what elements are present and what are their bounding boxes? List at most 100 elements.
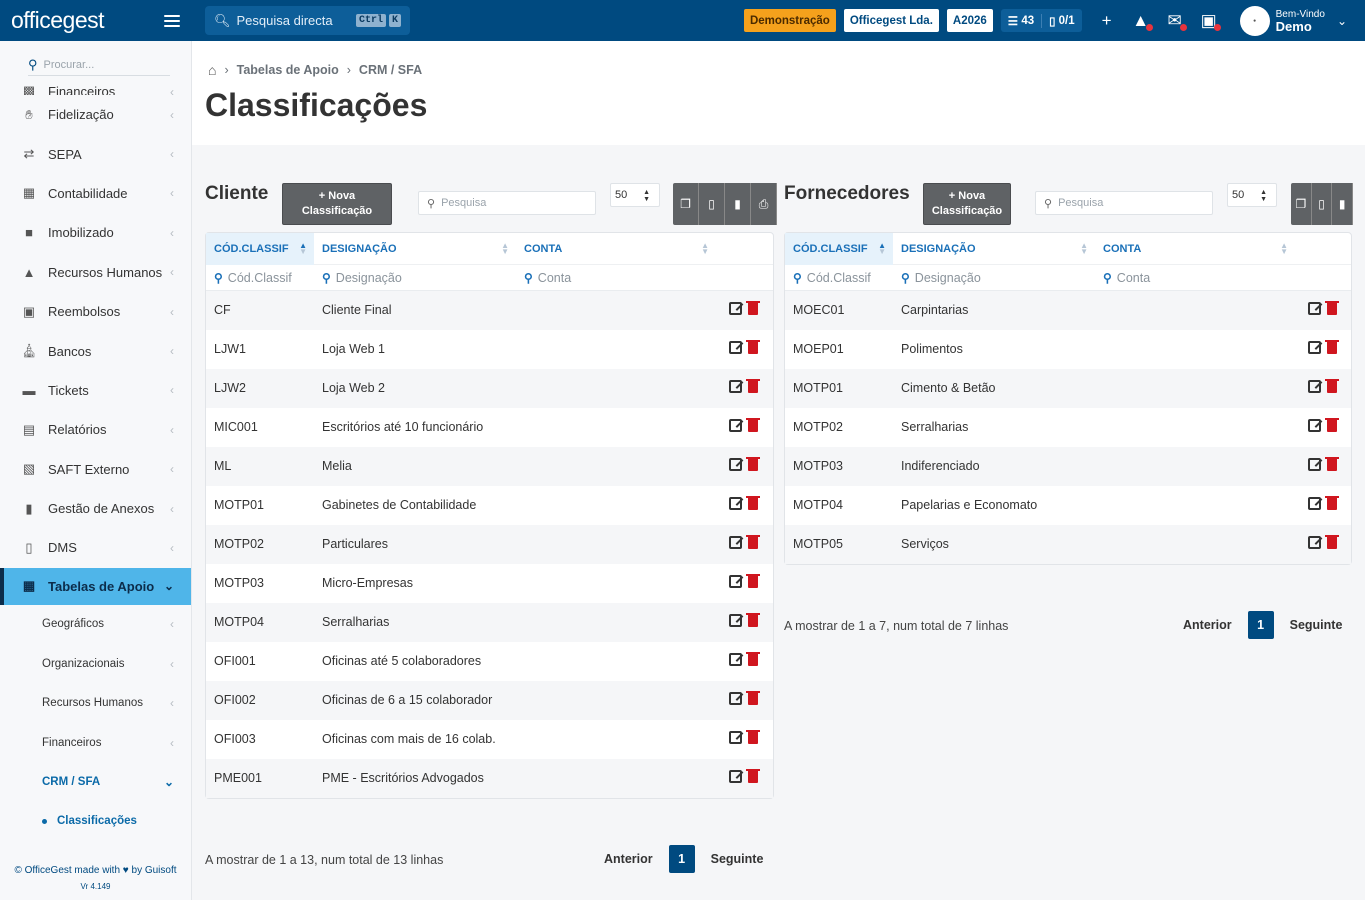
edit-icon[interactable] [729, 341, 742, 354]
sidebar-item-financeiros[interactable]: ▩ Financeiros ‹ [0, 75, 191, 95]
pdf-icon[interactable]: ▮ [725, 183, 751, 225]
fornecedores-page-size-select[interactable]: 50 ▲ ▼ [1227, 183, 1277, 207]
edit-icon[interactable] [1308, 419, 1321, 432]
delete-icon[interactable] [746, 301, 760, 315]
sidebar-item-gestao-anexos[interactable]: ▮ Gestão de Anexos ‹ [0, 489, 191, 528]
sidebar-item-contabilidade[interactable]: ▦ Contabilidade ‹ [0, 174, 191, 213]
delete-icon[interactable] [746, 535, 760, 549]
logo[interactable]: officegest [11, 7, 105, 34]
mail-icon[interactable]: ✉ [1166, 11, 1187, 31]
edit-icon[interactable] [729, 614, 742, 627]
delete-icon[interactable] [1325, 340, 1339, 354]
sidebar-item-recursos-humanos[interactable]: ▲ Recursos Humanos ‹ [0, 253, 191, 292]
add-icon[interactable]: + [1098, 11, 1116, 31]
counters[interactable]: ☰ 43 ▯ 0/1 [1000, 9, 1082, 32]
excel-icon[interactable]: ▯ [1311, 183, 1333, 225]
next-button[interactable]: Seguinte [711, 852, 764, 866]
sidebar-item-tickets[interactable]: ▬ Tickets ‹ [0, 371, 191, 410]
delete-icon[interactable] [1325, 418, 1339, 432]
delete-icon[interactable] [746, 496, 760, 510]
col-designacao[interactable]: DESIGNAÇÃO ▲ ▼ [314, 233, 516, 265]
col-conta[interactable]: CONTA ▲ ▼ [1095, 233, 1295, 265]
edit-icon[interactable] [729, 302, 742, 315]
delete-icon[interactable] [746, 418, 760, 432]
prev-button[interactable]: Anterior [604, 852, 653, 866]
sidebar-item-sepa[interactable]: ⇄ SEPA ‹ [0, 134, 191, 173]
breadcrumb-tabelas-apoio[interactable]: Tabelas de Apoio [237, 63, 339, 77]
edit-icon[interactable] [1308, 302, 1321, 315]
sidebar-search[interactable]: ⚲ Procurar... [28, 54, 170, 76]
fornecedores-new-button[interactable]: + Nova Classificação [923, 183, 1011, 225]
edit-icon[interactable] [729, 731, 742, 744]
print-icon[interactable]: ⎙ [751, 183, 777, 225]
sidebar-item-imobilizado[interactable]: ■ Imobilizado ‹ [0, 213, 191, 252]
delete-icon[interactable] [746, 613, 760, 627]
delete-icon[interactable] [746, 652, 760, 666]
sidebar-sub-geograficos[interactable]: Geográficos ‹ [0, 605, 191, 644]
cliente-new-button[interactable]: + Nova Classificação [282, 183, 392, 225]
edit-icon[interactable] [1308, 341, 1321, 354]
sidebar-item-dms[interactable]: ▯ DMS ‹ [0, 528, 191, 567]
cliente-page-size-select[interactable]: 50 ▲ ▼ [610, 183, 660, 207]
delete-icon[interactable] [746, 574, 760, 588]
edit-icon[interactable] [729, 497, 742, 510]
filter-designacao[interactable]: ⚲ Designação [901, 271, 981, 285]
delete-icon[interactable] [746, 379, 760, 393]
prev-button[interactable]: Anterior [1183, 618, 1232, 632]
menu-toggle-icon[interactable] [164, 14, 180, 27]
sidebar-item-relatorios[interactable]: ▤ Relatórios ‹ [0, 410, 191, 449]
delete-icon[interactable] [1325, 496, 1339, 510]
sidebar-sub-crm-sfa[interactable]: CRM / SFA ⌄ [0, 762, 191, 801]
filter-conta[interactable]: ⚲ Conta [524, 271, 571, 285]
next-button[interactable]: Seguinte [1290, 618, 1343, 632]
delete-icon[interactable] [746, 691, 760, 705]
sidebar-sub-organizacionais[interactable]: Organizacionais ‹ [0, 644, 191, 683]
year-badge[interactable]: A2026 [946, 9, 993, 32]
page-1-button[interactable]: 1 [1247, 611, 1274, 639]
sidebar-sub-financeiros[interactable]: Financeiros ‹ [0, 723, 191, 762]
edit-icon[interactable] [1308, 536, 1321, 549]
filter-cod-classif[interactable]: ⚲ Cód.Classif [214, 271, 292, 285]
delete-icon[interactable] [746, 730, 760, 744]
home-icon[interactable]: ⌂ [208, 62, 216, 78]
sidebar-sub-recursos-humanos[interactable]: Recursos Humanos ‹ [0, 683, 191, 722]
delete-icon[interactable] [1325, 535, 1339, 549]
delete-icon[interactable] [746, 340, 760, 354]
filter-cod-classif[interactable]: ⚲ Cód.Classif [793, 271, 871, 285]
edit-icon[interactable] [1308, 497, 1321, 510]
col-conta[interactable]: CONTA ▲ ▼ [516, 233, 716, 265]
sidebar-item-bancos[interactable]: ⛪︎ Bancos ‹ [0, 331, 191, 370]
global-search[interactable]: 🔍︎ Pesquisa directa Ctrl K [205, 6, 410, 35]
edit-icon[interactable] [729, 458, 742, 471]
excel-icon[interactable]: ▯ [699, 183, 725, 225]
edit-icon[interactable] [729, 692, 742, 705]
copy-icon[interactable]: ❐ [673, 183, 699, 225]
edit-icon[interactable] [729, 653, 742, 666]
col-cod-classif[interactable]: CÓD.CLASSIF ▲ ▼ [785, 233, 893, 265]
edit-icon[interactable] [729, 536, 742, 549]
company-badge[interactable]: Officegest Lda. [843, 9, 939, 32]
edit-icon[interactable] [729, 575, 742, 588]
delete-icon[interactable] [1325, 457, 1339, 471]
edit-icon[interactable] [729, 380, 742, 393]
breadcrumb-crm-sfa[interactable]: CRM / SFA [359, 63, 422, 77]
copy-icon[interactable]: ❐ [1291, 183, 1312, 225]
ticket-notify-icon[interactable]: ▣ [1200, 11, 1221, 31]
delete-icon[interactable] [746, 457, 760, 471]
edit-icon[interactable] [1308, 380, 1321, 393]
sidebar-item-saft-externo[interactable]: ▧ SAFT Externo ‹ [0, 450, 191, 489]
sidebar-item-fidelizacao[interactable]: ✋︎ Fidelização ‹ [0, 95, 191, 134]
demo-badge[interactable]: Demonstração [743, 9, 836, 32]
sidebar-item-reembolsos[interactable]: ▣ Reembolsos ‹ [0, 292, 191, 331]
filter-designacao[interactable]: ⚲ Designação [322, 271, 402, 285]
delete-icon[interactable] [746, 769, 760, 783]
edit-icon[interactable] [729, 419, 742, 432]
edit-icon[interactable] [729, 770, 742, 783]
sidebar-item-tabelas-apoio[interactable]: ▦ Tabelas de Apoio ⌄ [0, 567, 191, 605]
delete-icon[interactable] [1325, 301, 1339, 315]
rocket-icon[interactable]: ▲ [1132, 11, 1153, 31]
delete-icon[interactable] [1325, 379, 1339, 393]
col-designacao[interactable]: DESIGNAÇÃO ▲ ▼ [893, 233, 1095, 265]
sidebar-leaf-classificacoes[interactable]: Classificações [0, 802, 191, 841]
filter-conta[interactable]: ⚲ Conta [1103, 271, 1150, 285]
